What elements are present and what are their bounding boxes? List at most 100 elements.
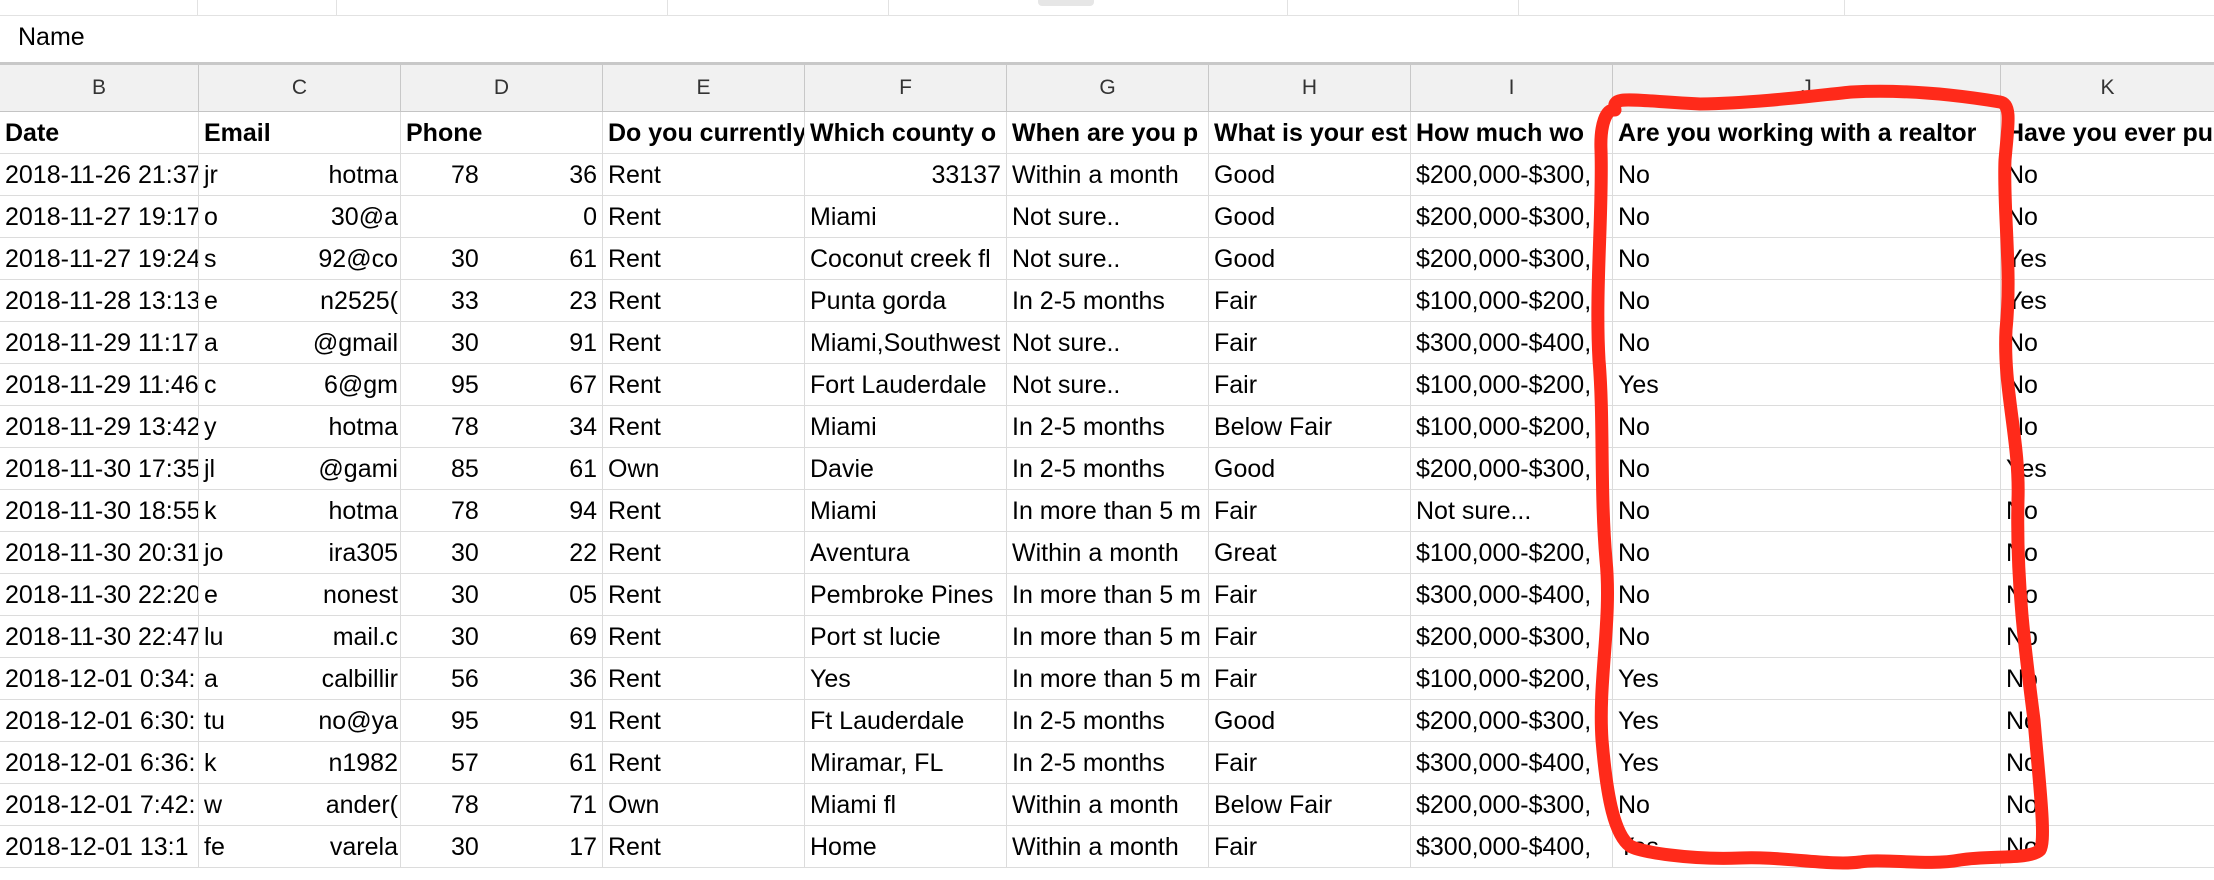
column-header-e[interactable]: E [603, 65, 805, 111]
cell-county[interactable]: Pembroke Pines [805, 574, 1007, 616]
cell-timeline[interactable]: Within a month [1007, 826, 1209, 868]
cell-email[interactable]: e n2525( [199, 280, 401, 322]
cell-budget[interactable]: $100,000-$200, [1411, 658, 1613, 700]
cell-phone[interactable]: 57 61 [401, 742, 603, 784]
cell-date[interactable]: 2018-11-29 11:46 [0, 364, 199, 406]
cell-credit[interactable]: Fair [1209, 364, 1411, 406]
cell-email[interactable]: jl @gami [199, 448, 401, 490]
cell-email[interactable]: a calbillir [199, 658, 401, 700]
cell-timeline[interactable]: Not sure.. [1007, 322, 1209, 364]
cell-county[interactable]: Coconut creek fl [805, 238, 1007, 280]
cell-date[interactable]: 2018-11-28 13:13 [0, 280, 199, 322]
cell-timeline[interactable]: In more than 5 m [1007, 490, 1209, 532]
cell-county[interactable]: Davie [805, 448, 1007, 490]
cell-rent-own[interactable]: Rent [603, 196, 805, 238]
cell-county[interactable]: Miami fl [805, 784, 1007, 826]
header-cell-budget[interactable]: How much wo [1411, 112, 1613, 154]
cell-phone[interactable]: 30 22 [401, 532, 603, 574]
cell-date[interactable]: 2018-11-27 19:24 [0, 238, 199, 280]
cell-realtor[interactable]: No [1613, 280, 2001, 322]
cell-purchased[interactable]: No [2001, 364, 2214, 406]
cell-purchased[interactable]: No [2001, 658, 2214, 700]
cell-email[interactable]: k hotma [199, 490, 401, 532]
cell-realtor[interactable]: No [1613, 490, 2001, 532]
cell-purchased[interactable]: Yes [2001, 238, 2214, 280]
cell-timeline[interactable]: In more than 5 m [1007, 658, 1209, 700]
cell-realtor[interactable]: Yes [1613, 658, 2001, 700]
cell-rent-own[interactable]: Rent [603, 742, 805, 784]
column-header-h[interactable]: H [1209, 65, 1411, 111]
cell-purchased[interactable]: No [2001, 532, 2214, 574]
cell-budget[interactable]: $200,000-$300, [1411, 616, 1613, 658]
cell-county[interactable]: 33137 [805, 154, 1007, 196]
cell-purchased[interactable]: Yes [2001, 280, 2214, 322]
cell-purchased[interactable]: No [2001, 154, 2214, 196]
cell-purchased[interactable]: No [2001, 406, 2214, 448]
cell-budget[interactable]: $100,000-$200, [1411, 364, 1613, 406]
cell-timeline[interactable]: In 2-5 months [1007, 700, 1209, 742]
cell-timeline[interactable]: Not sure.. [1007, 238, 1209, 280]
cell-realtor[interactable]: No [1613, 196, 2001, 238]
column-header-k[interactable]: K [2001, 65, 2214, 111]
cell-credit[interactable]: Great [1209, 532, 1411, 574]
cell-purchased[interactable]: No [2001, 574, 2214, 616]
cell-budget[interactable]: $200,000-$300, [1411, 154, 1613, 196]
cell-credit[interactable]: Fair [1209, 574, 1411, 616]
cell-email[interactable]: jr hotma [199, 154, 401, 196]
header-cell-county[interactable]: Which county o [805, 112, 1007, 154]
cell-date[interactable]: 2018-11-30 22:47 [0, 616, 199, 658]
column-header-j[interactable]: J [1613, 65, 2001, 111]
cell-email[interactable]: y hotma [199, 406, 401, 448]
cell-credit[interactable]: Below Fair [1209, 784, 1411, 826]
cell-rent-own[interactable]: Rent [603, 826, 805, 868]
cell-phone[interactable]: 78 36 [401, 154, 603, 196]
cell-timeline[interactable]: Within a month [1007, 784, 1209, 826]
cell-timeline[interactable]: In more than 5 m [1007, 616, 1209, 658]
cell-phone[interactable]: 85 61 [401, 448, 603, 490]
scroll-tab[interactable] [1038, 0, 1094, 6]
header-cell-phone[interactable]: Phone [401, 112, 603, 154]
cell-budget[interactable]: $200,000-$300, [1411, 196, 1613, 238]
header-cell-credit[interactable]: What is your est [1209, 112, 1411, 154]
cell-phone[interactable]: 95 91 [401, 700, 603, 742]
cell-rent-own[interactable]: Rent [603, 700, 805, 742]
cell-timeline[interactable]: Within a month [1007, 154, 1209, 196]
cell-purchased[interactable]: No [2001, 322, 2214, 364]
cell-rent-own[interactable]: Own [603, 784, 805, 826]
cell-credit[interactable]: Good [1209, 154, 1411, 196]
cell-rent-own[interactable]: Rent [603, 616, 805, 658]
cell-realtor[interactable]: No [1613, 616, 2001, 658]
cell-date[interactable]: 2018-11-30 17:35 [0, 448, 199, 490]
column-header-i[interactable]: I [1411, 65, 1613, 111]
cell-timeline[interactable]: In 2-5 months [1007, 742, 1209, 784]
cell-budget[interactable]: $200,000-$300, [1411, 448, 1613, 490]
cell-phone[interactable]: 0 [401, 196, 603, 238]
cell-rent-own[interactable]: Rent [603, 238, 805, 280]
cell-email[interactable]: lu mail.c [199, 616, 401, 658]
cell-email[interactable]: k n1982 [199, 742, 401, 784]
cell-date[interactable]: 2018-12-01 13:1 [0, 826, 199, 868]
cell-timeline[interactable]: Within a month [1007, 532, 1209, 574]
cell-timeline[interactable]: In 2-5 months [1007, 406, 1209, 448]
cell-timeline[interactable]: Not sure.. [1007, 196, 1209, 238]
cell-date[interactable]: 2018-11-29 11:17 [0, 322, 199, 364]
cell-budget[interactable]: $100,000-$200, [1411, 532, 1613, 574]
header-cell-rent-own[interactable]: Do you currently [603, 112, 805, 154]
cell-county[interactable]: Fort Lauderdale [805, 364, 1007, 406]
cell-credit[interactable]: Fair [1209, 280, 1411, 322]
column-header-c[interactable]: C [199, 65, 401, 111]
cell-credit[interactable]: Below Fair [1209, 406, 1411, 448]
cell-credit[interactable]: Good [1209, 196, 1411, 238]
column-header-b[interactable]: B [0, 65, 199, 111]
cell-budget[interactable]: $300,000-$400, [1411, 826, 1613, 868]
cell-budget[interactable]: $200,000-$300, [1411, 700, 1613, 742]
column-header-g[interactable]: G [1007, 65, 1209, 111]
cell-county[interactable]: Miami,Southwest [805, 322, 1007, 364]
cell-realtor[interactable]: Yes [1613, 826, 2001, 868]
cell-purchased[interactable]: No [2001, 616, 2214, 658]
cell-date[interactable]: 2018-11-30 18:55 [0, 490, 199, 532]
cell-realtor[interactable]: No [1613, 406, 2001, 448]
cell-phone[interactable]: 30 17 [401, 826, 603, 868]
cell-credit[interactable]: Fair [1209, 490, 1411, 532]
cell-rent-own[interactable]: Rent [603, 280, 805, 322]
